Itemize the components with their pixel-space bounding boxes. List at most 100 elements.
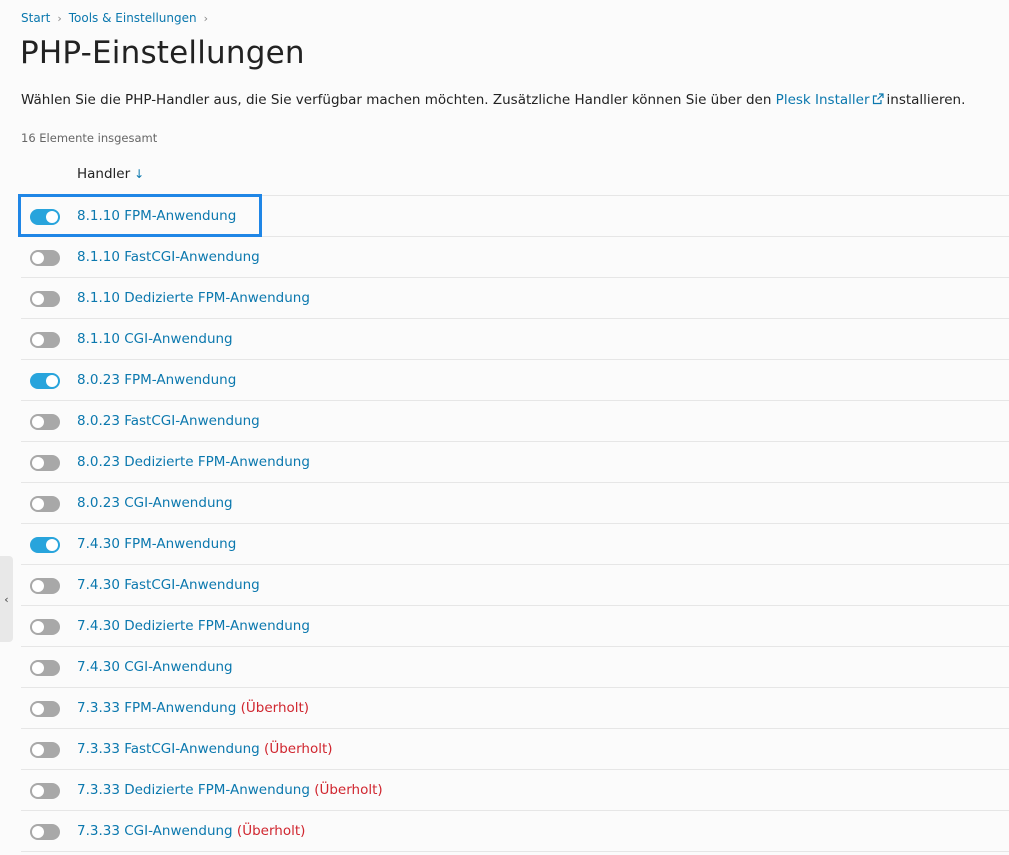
- table-row: 8.0.23 Dedizierte FPM-Anwendung: [21, 442, 1009, 483]
- toggle-knob: [46, 211, 58, 223]
- handlers-table: Handler ↓ 8.1.10 FPM-Anwendung 8.1.10 Fas…: [21, 155, 1009, 852]
- table-header: Handler ↓: [21, 155, 1009, 196]
- handler-toggle[interactable]: [30, 742, 60, 758]
- handler-toggle[interactable]: [30, 824, 60, 840]
- toggle-knob: [32, 457, 44, 469]
- table-row: 7.4.30 Dedizierte FPM-Anwendung: [21, 606, 1009, 647]
- toggle-knob: [32, 293, 44, 305]
- handler-cell: 8.0.23 Dedizierte FPM-Anwendung: [77, 454, 310, 470]
- deprecated-label: (Überholt): [240, 700, 310, 716]
- handler-link[interactable]: 7.4.30 FastCGI-Anwendung: [77, 577, 260, 593]
- handler-toggle[interactable]: [30, 414, 60, 430]
- toggle-knob: [32, 703, 44, 715]
- table-row: 8.0.23 CGI-Anwendung: [21, 483, 1009, 524]
- handler-link[interactable]: 8.0.23 FPM-Anwendung: [77, 372, 236, 388]
- toggle-knob: [32, 662, 44, 674]
- handler-cell: 7.4.30 Dedizierte FPM-Anwendung: [77, 618, 310, 634]
- handler-toggle[interactable]: [30, 373, 60, 389]
- handler-link[interactable]: 8.0.23 FastCGI-Anwendung: [77, 413, 260, 429]
- handler-cell: 8.0.23 FPM-Anwendung: [77, 372, 236, 388]
- handler-cell: 8.1.10 FastCGI-Anwendung: [77, 249, 260, 265]
- toggle-knob: [32, 744, 44, 756]
- handler-cell: 7.4.30 CGI-Anwendung: [77, 659, 233, 675]
- handler-cell: 7.3.33 CGI-Anwendung (Überholt): [77, 823, 305, 839]
- handler-toggle[interactable]: [30, 332, 60, 348]
- toggle-knob: [32, 416, 44, 428]
- handler-cell: 8.1.10 CGI-Anwendung: [77, 331, 233, 347]
- chevron-left-icon[interactable]: ‹: [0, 556, 13, 642]
- breadcrumb-separator-icon: ›: [57, 11, 62, 25]
- intro-text-before: Wählen Sie die PHP-Handler aus, die Sie …: [21, 92, 776, 108]
- handler-link[interactable]: 8.0.23 CGI-Anwendung: [77, 495, 233, 511]
- handler-cell: 7.4.30 FPM-Anwendung: [77, 536, 236, 552]
- handler-toggle[interactable]: [30, 455, 60, 471]
- handler-toggle[interactable]: [30, 537, 60, 553]
- deprecated-label: (Überholt): [236, 823, 306, 839]
- breadcrumb: Start › Tools & Einstellungen ›: [21, 11, 208, 25]
- handler-cell: 7.3.33 FastCGI-Anwendung (Überholt): [77, 741, 333, 757]
- handler-toggle[interactable]: [30, 660, 60, 676]
- plesk-installer-link[interactable]: Plesk Installer: [776, 92, 870, 108]
- deprecated-label: (Überholt): [264, 741, 333, 757]
- handler-link[interactable]: 7.4.30 CGI-Anwendung: [77, 659, 233, 675]
- handler-column-header[interactable]: Handler ↓: [77, 166, 144, 182]
- handler-toggle[interactable]: [30, 291, 60, 307]
- intro-text: Wählen Sie die PHP-Handler aus, die Sie …: [21, 92, 965, 109]
- handler-toggle[interactable]: [30, 783, 60, 799]
- page: Start › Tools & Einstellungen › PHP-Eins…: [0, 0, 1009, 855]
- handler-link[interactable]: 8.1.10 FPM-Anwendung: [77, 208, 236, 224]
- deprecated-label: (Überholt): [314, 782, 383, 798]
- table-row: 7.3.33 FastCGI-Anwendung (Überholt): [21, 729, 1009, 770]
- handler-toggle[interactable]: [30, 496, 60, 512]
- table-row: 8.1.10 CGI-Anwendung: [21, 319, 1009, 360]
- handler-cell: 8.1.10 FPM-Anwendung: [77, 208, 236, 224]
- intro-text-after: installieren.: [886, 92, 966, 108]
- toggle-knob: [46, 539, 58, 551]
- handler-link[interactable]: 7.3.33 Dedizierte FPM-Anwendung: [77, 782, 310, 798]
- toggle-knob: [46, 375, 58, 387]
- toggle-knob: [32, 826, 44, 838]
- handler-link[interactable]: 7.4.30 Dedizierte FPM-Anwendung: [77, 618, 310, 634]
- table-row: 7.4.30 CGI-Anwendung: [21, 647, 1009, 688]
- table-row: 8.1.10 Dedizierte FPM-Anwendung: [21, 278, 1009, 319]
- toggle-knob: [32, 580, 44, 592]
- toggle-knob: [32, 334, 44, 346]
- handler-toggle[interactable]: [30, 578, 60, 594]
- handler-toggle[interactable]: [30, 701, 60, 717]
- handler-link[interactable]: 7.4.30 FPM-Anwendung: [77, 536, 236, 552]
- table-row: 7.4.30 FPM-Anwendung: [21, 524, 1009, 565]
- table-body: 8.1.10 FPM-Anwendung 8.1.10 FastCGI-Anwen…: [21, 196, 1009, 852]
- table-row: 8.1.10 FPM-Anwendung: [21, 196, 1009, 237]
- handler-link[interactable]: 8.0.23 Dedizierte FPM-Anwendung: [77, 454, 310, 470]
- handler-link[interactable]: 7.3.33 CGI-Anwendung: [77, 823, 233, 839]
- handler-toggle[interactable]: [30, 619, 60, 635]
- toggle-knob: [32, 498, 44, 510]
- handler-link[interactable]: 8.1.10 CGI-Anwendung: [77, 331, 233, 347]
- handler-link[interactable]: 8.1.10 Dedizierte FPM-Anwendung: [77, 290, 310, 306]
- handler-cell: 7.3.33 FPM-Anwendung (Überholt): [77, 700, 309, 716]
- table-row: 8.1.10 FastCGI-Anwendung: [21, 237, 1009, 278]
- table-row: 7.3.33 Dedizierte FPM-Anwendung (Überhol…: [21, 770, 1009, 811]
- handler-cell: 7.3.33 Dedizierte FPM-Anwendung (Überhol…: [77, 782, 383, 798]
- sort-down-icon: ↓: [134, 167, 145, 181]
- handler-link[interactable]: 7.3.33 FastCGI-Anwendung: [77, 741, 260, 757]
- table-row: 7.3.33 FPM-Anwendung (Überholt): [21, 688, 1009, 729]
- table-row: 7.3.33 CGI-Anwendung (Überholt): [21, 811, 1009, 852]
- handler-cell: 7.4.30 FastCGI-Anwendung: [77, 577, 260, 593]
- external-link-icon[interactable]: [872, 93, 884, 109]
- page-title: PHP-Einstellungen: [20, 35, 305, 71]
- handler-link[interactable]: 8.1.10 FastCGI-Anwendung: [77, 249, 260, 265]
- table-row: 8.0.23 FPM-Anwendung: [21, 360, 1009, 401]
- handler-toggle[interactable]: [30, 250, 60, 266]
- handler-column-label: Handler: [77, 166, 131, 182]
- handler-cell: 8.0.23 FastCGI-Anwendung: [77, 413, 260, 429]
- toggle-knob: [32, 252, 44, 264]
- table-row: 7.4.30 FastCGI-Anwendung: [21, 565, 1009, 606]
- breadcrumb-start[interactable]: Start: [21, 11, 50, 25]
- handler-toggle[interactable]: [30, 209, 60, 225]
- table-row: 8.0.23 FastCGI-Anwendung: [21, 401, 1009, 442]
- toggle-knob: [32, 785, 44, 797]
- breadcrumb-tools-settings[interactable]: Tools & Einstellungen: [69, 11, 197, 25]
- handler-cell: 8.1.10 Dedizierte FPM-Anwendung: [77, 290, 310, 306]
- handler-link[interactable]: 7.3.33 FPM-Anwendung: [77, 700, 236, 716]
